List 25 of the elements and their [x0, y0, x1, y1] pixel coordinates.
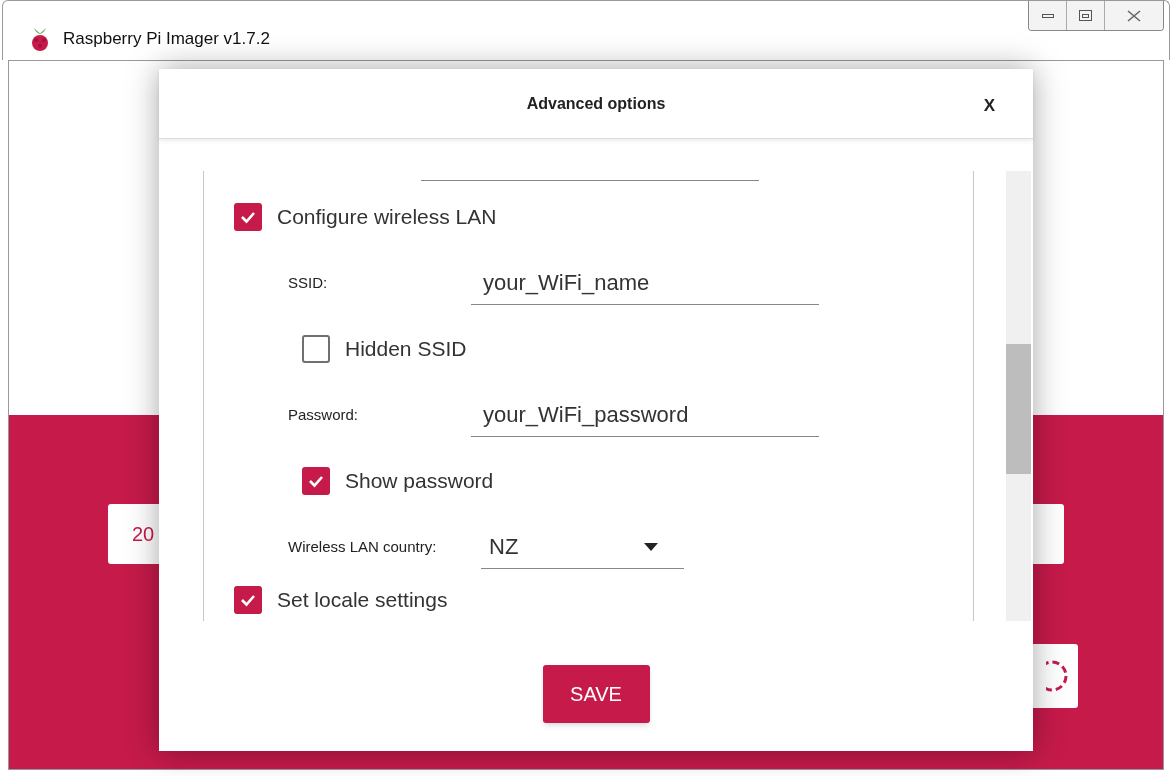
dialog-title: Advanced options — [526, 93, 666, 114]
checkbox-label: Configure wireless LAN — [277, 204, 497, 231]
close-button[interactable]: X — [983, 93, 995, 119]
close-button[interactable] — [1105, 1, 1163, 30]
checkbox[interactable] — [302, 335, 330, 363]
input-field[interactable]: your_WiFi_password — [471, 393, 819, 437]
checkbox[interactable] — [234, 586, 262, 614]
raspberry-icon — [29, 26, 51, 52]
scrollbar[interactable] — [1006, 171, 1031, 621]
field-label: Wireless LAN country: — [288, 536, 438, 557]
field-label: SSID: — [288, 272, 329, 293]
checkbox[interactable] — [234, 203, 262, 231]
caret-icon — [644, 542, 658, 551]
input-field[interactable]: your_WiFi_name — [471, 261, 819, 305]
minimize-button[interactable] — [1029, 1, 1067, 30]
window-title: Raspberry Pi Imager v1.7.2 — [63, 28, 270, 51]
save-button[interactable]: SAVE — [542, 665, 650, 723]
checkbox-label: Hidden SSID — [345, 336, 467, 363]
country-dropdown[interactable]: NZ — [481, 525, 684, 569]
checkbox[interactable] — [302, 467, 330, 495]
field-label: Password: — [288, 404, 360, 425]
checkbox-label: Set locale settings — [277, 587, 448, 614]
close-icon — [1127, 9, 1141, 22]
checkbox-label: Show password — [345, 468, 494, 495]
maximize-button[interactable] — [1067, 1, 1105, 30]
